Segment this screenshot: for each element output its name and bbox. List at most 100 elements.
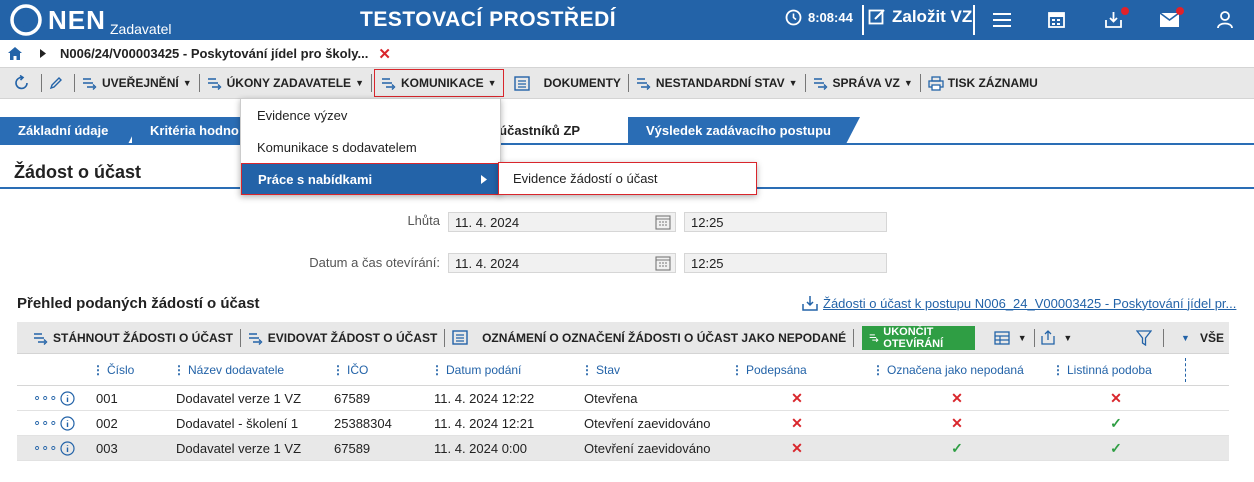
opening-date-input[interactable]: 11. 4. 2024	[448, 253, 676, 273]
column-menu-icon[interactable]: ⋮	[872, 363, 884, 377]
filter-button[interactable]	[1131, 322, 1161, 353]
cell-marked: ✓	[867, 436, 1047, 460]
column-header-label: Číslo	[107, 362, 135, 377]
menu-icon[interactable]	[993, 12, 1011, 28]
row-actions-icon[interactable]: ∘∘∘	[33, 411, 57, 435]
row-info-icon[interactable]	[60, 436, 75, 460]
download-requests-button[interactable]: STÁHNOUT ŽÁDOSTI O ÚČAST	[17, 322, 238, 353]
table-row[interactable]: ∘∘∘ 002 Dodavatel - školení 1 25388304 1…	[17, 411, 1229, 436]
cell-number: 003	[96, 440, 118, 456]
home-icon[interactable]	[8, 47, 22, 60]
row-actions-icon[interactable]: ∘∘∘	[33, 386, 57, 410]
calendar-icon[interactable]	[655, 215, 671, 230]
header-divider	[862, 5, 864, 35]
column-header-ico[interactable]: ⋮ IČO	[332, 354, 368, 385]
check-icon: ✓	[1110, 439, 1122, 456]
deadline-date-input[interactable]: 11. 4. 2024	[448, 212, 676, 232]
toolbar-divider	[370, 74, 372, 92]
edit-button[interactable]	[44, 68, 72, 98]
cell-status: Otevření zaevidováno	[584, 440, 711, 456]
column-menu-icon[interactable]: ⋮	[1052, 363, 1064, 377]
submenu-evidence-zadosti[interactable]: Evidence žádostí o účast	[498, 162, 757, 195]
table-row[interactable]: ∘∘∘ 003 Dodavatel verze 1 VZ 67589 11. 4…	[17, 436, 1229, 461]
mail-icon[interactable]	[1160, 13, 1179, 27]
column-menu-icon[interactable]: ⋮	[581, 363, 593, 377]
tab-label: Základní údaje	[18, 123, 109, 138]
column-header-status[interactable]: ⋮ Stav	[581, 354, 620, 385]
column-menu-icon[interactable]: ⋮	[431, 363, 443, 377]
column-menu-icon[interactable]: ⋮	[332, 363, 344, 377]
documents-label: DOKUMENTY	[543, 76, 621, 90]
communication-menu[interactable]: KOMUNIKACE ▼	[373, 69, 504, 97]
user-icon[interactable]	[1217, 11, 1233, 29]
register-request-button[interactable]: EVIDOVAT ŽÁDOST O ÚČAST	[243, 322, 443, 353]
calendar-icon[interactable]	[1048, 11, 1065, 28]
export-link[interactable]: Žádosti o účast k postupu N006_24_V00003…	[802, 295, 1236, 311]
timer-value: 8:08:44	[808, 10, 853, 25]
row-info-icon[interactable]	[60, 411, 75, 435]
workflow-icon	[636, 78, 651, 90]
opening-time-input[interactable]: 12:25	[684, 253, 887, 273]
columns-menu[interactable]: ▼	[989, 322, 1032, 353]
columns-icon	[994, 330, 1010, 345]
close-icon[interactable]: ✕	[378, 45, 391, 63]
workflow-icon	[813, 78, 828, 90]
calendar-icon[interactable]	[655, 256, 671, 271]
nonstandard-menu[interactable]: NESTANDARDNÍ STAV ▼	[631, 68, 803, 98]
document-icon	[452, 330, 468, 345]
column-header-marked[interactable]: ⋮ Označena jako nepodaná	[872, 354, 1024, 385]
caret-down-icon: ▼	[182, 78, 192, 88]
cell-signed: ✕	[727, 436, 867, 460]
breadcrumb-path[interactable]: N006/24/V00003425 - Poskytování jídel pr…	[60, 46, 368, 61]
caret-down-icon: ▼	[487, 78, 497, 88]
column-header-label: IČO	[347, 362, 369, 377]
view-all-menu[interactable]: ▼ VŠE	[1172, 322, 1229, 353]
column-header-supplier[interactable]: ⋮ Název dodavatele	[173, 354, 284, 385]
cell-number: 002	[96, 415, 118, 431]
column-header-label: Podepsána	[746, 362, 807, 377]
nen-logo-icon	[10, 4, 42, 36]
column-header-paper[interactable]: ⋮ Listinná podoba	[1052, 354, 1152, 385]
create-vz-button[interactable]: Založit VZ	[868, 7, 972, 27]
inbox-download-icon[interactable]	[1104, 10, 1123, 29]
finish-opening-button[interactable]: UKONČIT OTEVÍRÁNÍ	[861, 325, 975, 350]
publish-menu[interactable]: UVEŘEJNĚNÍ ▼	[77, 68, 197, 98]
column-menu-icon[interactable]: ⋮	[731, 363, 743, 377]
toolbar-divider	[1163, 328, 1165, 347]
column-menu-icon[interactable]: ⋮	[173, 363, 185, 377]
session-timer: 8:08:44	[785, 9, 853, 26]
share-icon	[1041, 330, 1056, 345]
acts-menu[interactable]: ÚKONY ZADAVATELE ▼	[202, 68, 369, 98]
tab-result[interactable]: Výsledek zadávacího postupu	[628, 117, 860, 144]
breadcrumb: N006/24/V00003425 - Poskytování jídel pr…	[0, 40, 1254, 67]
row-info-icon[interactable]	[60, 386, 75, 410]
column-header-signed[interactable]: ⋮ Podepsána	[731, 354, 807, 385]
cross-icon: ✕	[951, 389, 963, 406]
tab-basic-info[interactable]: Základní údaje	[0, 117, 142, 144]
cell-supplier: Dodavatel verze 1 VZ	[176, 440, 302, 456]
menu-item-prace-s-nabidkami[interactable]: Práce s nabídkami	[241, 163, 500, 195]
documents-button[interactable]: DOKUMENTY	[504, 68, 626, 98]
workflow-icon	[381, 78, 396, 90]
menu-item-komunikace[interactable]: Komunikace s dodavatelem	[241, 131, 500, 163]
column-header-number[interactable]: ⋮ Číslo	[92, 354, 134, 385]
deadline-label: Lhůta	[407, 213, 440, 228]
notify-unsubmitted-button[interactable]: OZNÁMENÍ O OZNAČENÍ ŽÁDOSTI O ÚČAST JAKO…	[447, 322, 851, 353]
column-header-submitted[interactable]: ⋮ Datum podání	[431, 354, 521, 385]
refresh-button[interactable]	[0, 68, 39, 98]
nen-logo[interactable]: NEN	[10, 4, 106, 36]
print-label: TISK ZÁZNAMU	[947, 76, 1038, 90]
deadline-time-input[interactable]: 12:25	[684, 212, 887, 232]
table-row[interactable]: ∘∘∘ 001 Dodavatel verze 1 VZ 67589 11. 4…	[17, 386, 1229, 411]
print-button[interactable]: TISK ZÁZNAMU	[923, 68, 1043, 98]
refresh-icon	[15, 75, 28, 90]
export-menu[interactable]: ▼	[1036, 322, 1077, 353]
menu-item-evidence-vyzev[interactable]: Evidence výzev	[241, 99, 500, 131]
column-menu-icon[interactable]: ⋮	[92, 363, 104, 377]
row-actions-icon[interactable]: ∘∘∘	[33, 436, 57, 460]
caret-down-icon: ▼	[1017, 332, 1027, 343]
workflow-icon	[34, 332, 48, 345]
cell-status: Otevřena	[584, 390, 638, 406]
menu-item-label: Evidence výzev	[257, 107, 348, 123]
vz-management-menu[interactable]: SPRÁVA VZ ▼	[808, 68, 918, 98]
